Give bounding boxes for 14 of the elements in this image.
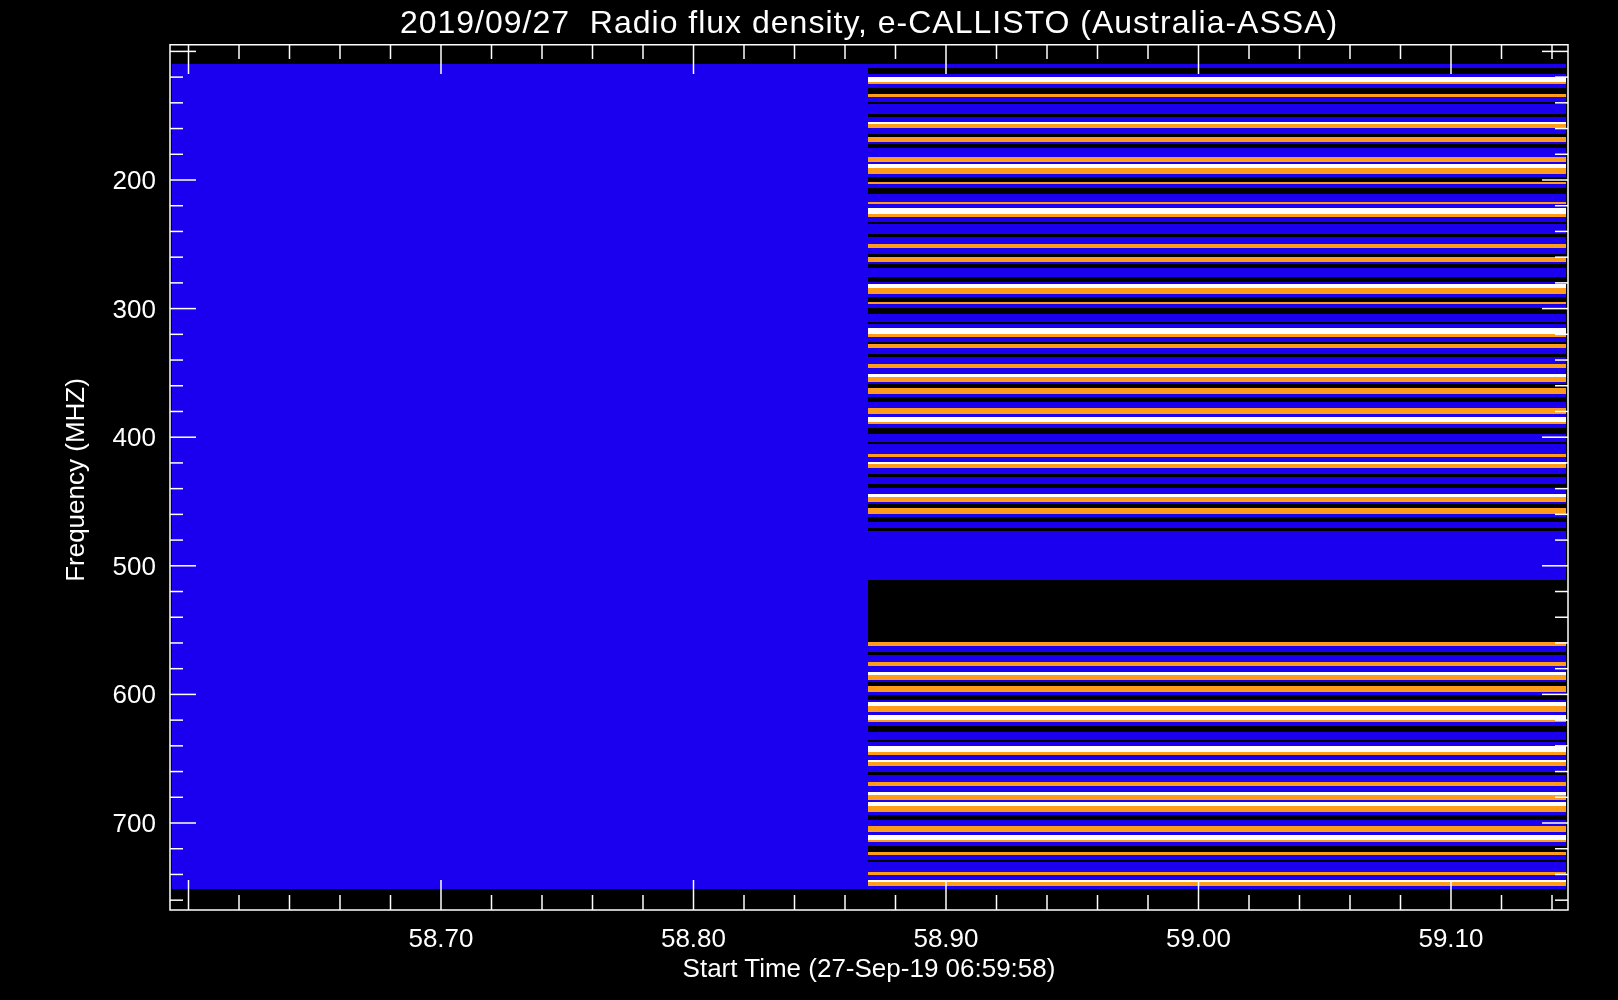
tick-label: 58.70: [408, 923, 474, 953]
tick-label: 59.00: [1165, 923, 1232, 953]
tick-label: 59.10: [1418, 923, 1484, 953]
tick-label: 700: [112, 808, 156, 838]
tick-label: 600: [112, 679, 156, 710]
x-axis-label: Start Time (27-Sep-19 06:59:58): [682, 953, 1056, 983]
tick-label: 300: [112, 293, 156, 324]
tick-label: 58.80: [660, 923, 727, 953]
tick-label: 200: [112, 165, 156, 195]
y-axis-label: Frequency (MHZ): [60, 378, 90, 582]
chart-title: 2019/09/27 Radio flux density, e-CALLISTO (Australia-ASSA): [399, 3, 1339, 42]
tick-label: 500: [112, 550, 156, 581]
tick-label: 400: [112, 422, 156, 453]
tick-label: 58.90: [913, 923, 979, 953]
